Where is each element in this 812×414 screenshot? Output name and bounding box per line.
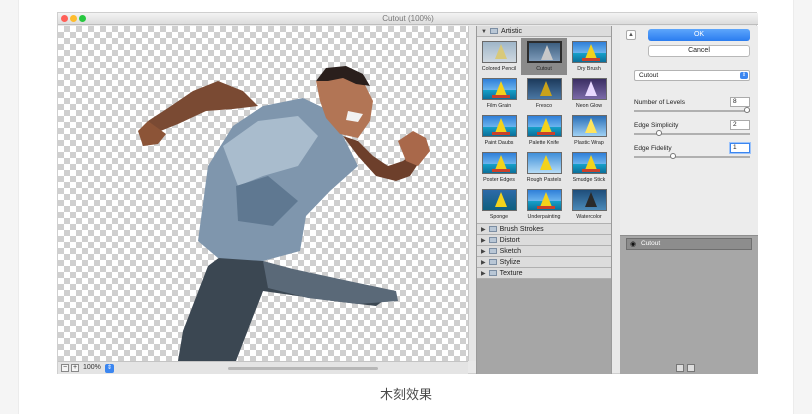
- folder-icon: [488, 237, 497, 243]
- horizontal-scrollbar[interactable]: [228, 367, 378, 370]
- filter-settings-panel: ▲ OK Cancel Cutout ⇕ Number of Levels 8 …: [620, 26, 758, 246]
- thumbnail-image: [482, 189, 517, 211]
- folder-icon: [488, 226, 497, 232]
- effect-layer-row[interactable]: ◉ Cutout: [626, 238, 752, 250]
- window-title: Cutout (100%): [382, 14, 434, 23]
- thumbnail-image: [527, 152, 562, 174]
- thumb-sponge[interactable]: Sponge: [479, 187, 519, 223]
- category-artistic[interactable]: ▼ Artistic: [477, 26, 611, 37]
- thumbnail-grid: Colored Pencil Cutout Dry Brush Film Gra…: [477, 37, 611, 224]
- zoom-in-button[interactable]: +: [71, 364, 79, 372]
- category-sketch[interactable]: ▶ Sketch: [477, 246, 611, 257]
- thumbnail-image: [572, 115, 607, 137]
- filter-select[interactable]: Cutout ⇕: [634, 70, 750, 81]
- thumb-colored-pencil[interactable]: Colored Pencil: [479, 39, 519, 75]
- folder-icon: [488, 248, 497, 254]
- thumbnail-image: [572, 152, 607, 174]
- thumb-plastic-wrap[interactable]: Plastic Wrap: [569, 113, 609, 149]
- param-edge-fidelity: Edge Fidelity 1: [634, 143, 750, 159]
- param-edge-simplicity: Edge Simplicity 2: [634, 120, 750, 136]
- param-number-of-levels: Number of Levels 8: [634, 97, 750, 113]
- thumb-palette-knife[interactable]: Palette Knife: [524, 113, 564, 149]
- ok-button[interactable]: OK: [648, 29, 750, 41]
- edge-fidelity-slider[interactable]: [634, 153, 750, 159]
- chevron-updown-icon: ⇕: [740, 72, 748, 79]
- zoom-out-button[interactable]: −: [61, 364, 69, 372]
- thumb-smudge-stick[interactable]: Smudge Stick: [569, 150, 609, 186]
- edge-fidelity-input[interactable]: 1: [730, 143, 750, 153]
- category-distort[interactable]: ▶ Distort: [477, 235, 611, 246]
- number-of-levels-input[interactable]: 8: [730, 97, 750, 107]
- category-stylize[interactable]: ▶ Stylize: [477, 257, 611, 268]
- thumb-fresco[interactable]: Fresco: [524, 76, 564, 112]
- new-effect-layer-button[interactable]: [676, 364, 684, 372]
- status-bar: − + 100% ⇕: [58, 361, 468, 374]
- filter-gallery-panel: ▼ Artistic Colored Pencil Cutout Dry Brus…: [476, 26, 612, 374]
- edge-simplicity-input[interactable]: 2: [730, 120, 750, 130]
- thumbnail-image: [527, 189, 562, 211]
- thumb-neon-glow[interactable]: Neon Glow: [569, 76, 609, 112]
- zoom-dropdown-button[interactable]: ⇕: [105, 364, 114, 373]
- number-of-levels-slider[interactable]: [634, 107, 750, 113]
- thumb-film-grain[interactable]: Film Grain: [479, 76, 519, 112]
- effect-layers-panel: ◉ Cutout: [620, 235, 758, 374]
- filter-gallery-window: Cutout (100%) − + 100% ⇕ ▼ Artistic Colo…: [57, 12, 758, 374]
- thumb-dry-brush[interactable]: Dry Brush: [569, 39, 609, 75]
- preview-canvas[interactable]: [58, 26, 468, 361]
- thumbnail-image: [572, 78, 607, 100]
- slider-knob[interactable]: [670, 153, 676, 159]
- thumbnail-image: [482, 115, 517, 137]
- thumb-underpainting[interactable]: Underpainting: [524, 187, 564, 223]
- slider-knob[interactable]: [744, 107, 750, 113]
- category-brush-strokes[interactable]: ▶ Brush Strokes: [477, 224, 611, 235]
- disclosure-closed-icon: ▶: [481, 271, 486, 277]
- thumbnail-image: [572, 41, 607, 63]
- thumbnail-image: [482, 152, 517, 174]
- category-texture[interactable]: ▶ Texture: [477, 268, 611, 279]
- collapse-gallery-button[interactable]: ▲: [626, 30, 636, 40]
- thumbnail-image: [527, 115, 562, 137]
- thumbnail-image: [527, 78, 562, 100]
- vertical-scrollbar[interactable]: [468, 26, 476, 361]
- runner-image: [138, 66, 430, 361]
- image-caption: 木刻效果: [379, 387, 432, 402]
- folder-icon: [489, 28, 498, 34]
- eye-icon[interactable]: ◉: [630, 241, 636, 248]
- thumbnail-image: [572, 189, 607, 211]
- thumb-watercolor[interactable]: Watercolor: [569, 187, 609, 223]
- title-bar: Cutout (100%): [58, 13, 758, 25]
- slider-knob[interactable]: [656, 130, 662, 136]
- thumb-paint-daubs[interactable]: Paint Daubs: [479, 113, 519, 149]
- thumbnail-image: [482, 41, 517, 63]
- thumbnail-image: [482, 78, 517, 100]
- thumb-cutout[interactable]: Cutout: [524, 39, 564, 75]
- thumbnail-image: [527, 41, 562, 63]
- cancel-button[interactable]: Cancel: [648, 45, 750, 57]
- folder-icon: [488, 270, 497, 276]
- folder-icon: [488, 259, 497, 265]
- thumb-poster-edges[interactable]: Poster Edges: [479, 150, 519, 186]
- edge-simplicity-slider[interactable]: [634, 130, 750, 136]
- delete-effect-layer-button[interactable]: [687, 364, 695, 372]
- zoom-level: 100%: [83, 364, 101, 371]
- thumb-rough-pastels[interactable]: Rough Pastels: [524, 150, 564, 186]
- page: Cutout (100%) − + 100% ⇕ ▼ Artistic Colo…: [0, 0, 812, 414]
